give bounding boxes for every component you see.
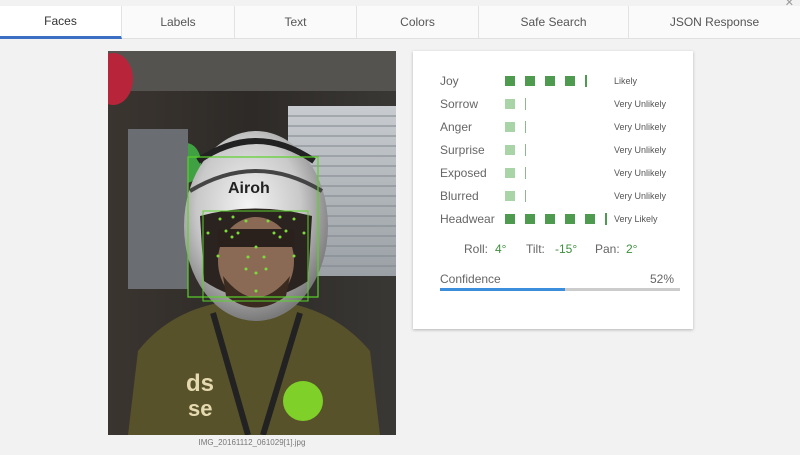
likelihood-label: Very Unlikely bbox=[614, 191, 667, 201]
tab-faces[interactable]: Faces bbox=[0, 6, 122, 39]
helmet-brand-text: Airoh bbox=[228, 180, 270, 197]
image-filename: IMG_20161112_061029[1].jpg bbox=[198, 438, 306, 447]
attribute-row-blurred: Blurred Very Unlikely bbox=[440, 189, 680, 205]
likelihood-bar bbox=[565, 214, 575, 224]
likelihood-marker bbox=[525, 167, 526, 179]
likelihood-bar bbox=[505, 122, 515, 132]
tilt-value: -15° bbox=[555, 242, 578, 256]
likelihood-bar bbox=[525, 76, 535, 86]
attribute-name: Anger bbox=[440, 120, 473, 134]
tab-text[interactable]: Text bbox=[235, 6, 357, 39]
likelihood-bar bbox=[505, 145, 515, 155]
face-angles: Roll: 4° Tilt: -15° Pan: 2° bbox=[413, 242, 693, 258]
roll-value: 4° bbox=[495, 242, 507, 256]
pan-label: Pan: bbox=[595, 242, 620, 256]
analyzed-photo: ds se Airoh bbox=[108, 51, 396, 435]
attribute-name: Exposed bbox=[440, 166, 487, 180]
attribute-name: Sorrow bbox=[440, 97, 479, 111]
likelihood-bar bbox=[505, 99, 515, 109]
tab-labels[interactable]: Labels bbox=[122, 6, 235, 39]
likelihood-bar bbox=[525, 214, 535, 224]
likelihood-marker bbox=[585, 75, 587, 87]
tab-colors[interactable]: Colors bbox=[357, 6, 479, 39]
likelihood-bar bbox=[545, 214, 555, 224]
likelihood-label: Likely bbox=[614, 76, 638, 86]
likelihood-marker bbox=[525, 144, 526, 156]
likelihood-label: Very Unlikely bbox=[614, 168, 667, 178]
likelihood-label: Very Likely bbox=[614, 214, 658, 224]
likelihood-bar bbox=[505, 76, 515, 86]
tab-json-response[interactable]: JSON Response bbox=[629, 6, 800, 39]
likelihood-bar bbox=[505, 214, 515, 224]
likelihood-bar bbox=[565, 76, 575, 86]
likelihood-bar bbox=[545, 76, 555, 86]
attribute-name: Headwear bbox=[440, 212, 495, 226]
svg-text:se: se bbox=[188, 396, 212, 421]
likelihood-label: Very Unlikely bbox=[614, 99, 667, 109]
confidence-label: Confidence bbox=[440, 272, 501, 286]
svg-text:ds: ds bbox=[186, 370, 214, 397]
pan-value: 2° bbox=[626, 242, 638, 256]
tab-bar: Faces Labels Text Colors Safe Search JSON Res… bbox=[0, 6, 800, 40]
attribute-row-headwear: Headwear Very Likely bbox=[440, 212, 680, 228]
attribute-name: Joy bbox=[440, 74, 459, 88]
likelihood-bar bbox=[585, 214, 595, 224]
tab-safe-search[interactable]: Safe Search bbox=[479, 6, 629, 39]
face-details-card: Joy Likely Sorrow Very Unlikely Anger Very Un… bbox=[413, 51, 693, 329]
attribute-row-surprise: Surprise Very Unlikely bbox=[440, 143, 680, 159]
attribute-name: Surprise bbox=[440, 143, 485, 157]
close-icon[interactable]: ✕ bbox=[785, 0, 794, 9]
attribute-row-joy: Joy Likely bbox=[440, 74, 680, 90]
attribute-row-exposed: Exposed Very Unlikely bbox=[440, 166, 680, 182]
confidence-value: 52% bbox=[650, 272, 675, 286]
likelihood-marker bbox=[605, 213, 607, 225]
confidence-bar bbox=[440, 288, 680, 291]
likelihood-bar bbox=[505, 191, 515, 201]
roll-label: Roll: bbox=[464, 242, 489, 256]
attribute-row-anger: Anger Very Unlikely bbox=[440, 120, 680, 136]
attribute-name: Blurred bbox=[440, 189, 479, 203]
attribute-row-sorrow: Sorrow Very Unlikely bbox=[440, 97, 680, 113]
likelihood-label: Very Unlikely bbox=[614, 122, 667, 132]
likelihood-marker bbox=[525, 98, 526, 110]
tilt-label: Tilt: bbox=[526, 242, 545, 256]
likelihood-marker bbox=[525, 190, 526, 202]
confidence-bar-fill bbox=[440, 288, 565, 291]
likelihood-label: Very Unlikely bbox=[614, 145, 667, 155]
photo-illustration: ds se Airoh bbox=[108, 51, 396, 435]
likelihood-bar bbox=[505, 168, 515, 178]
likelihood-marker bbox=[525, 121, 526, 133]
